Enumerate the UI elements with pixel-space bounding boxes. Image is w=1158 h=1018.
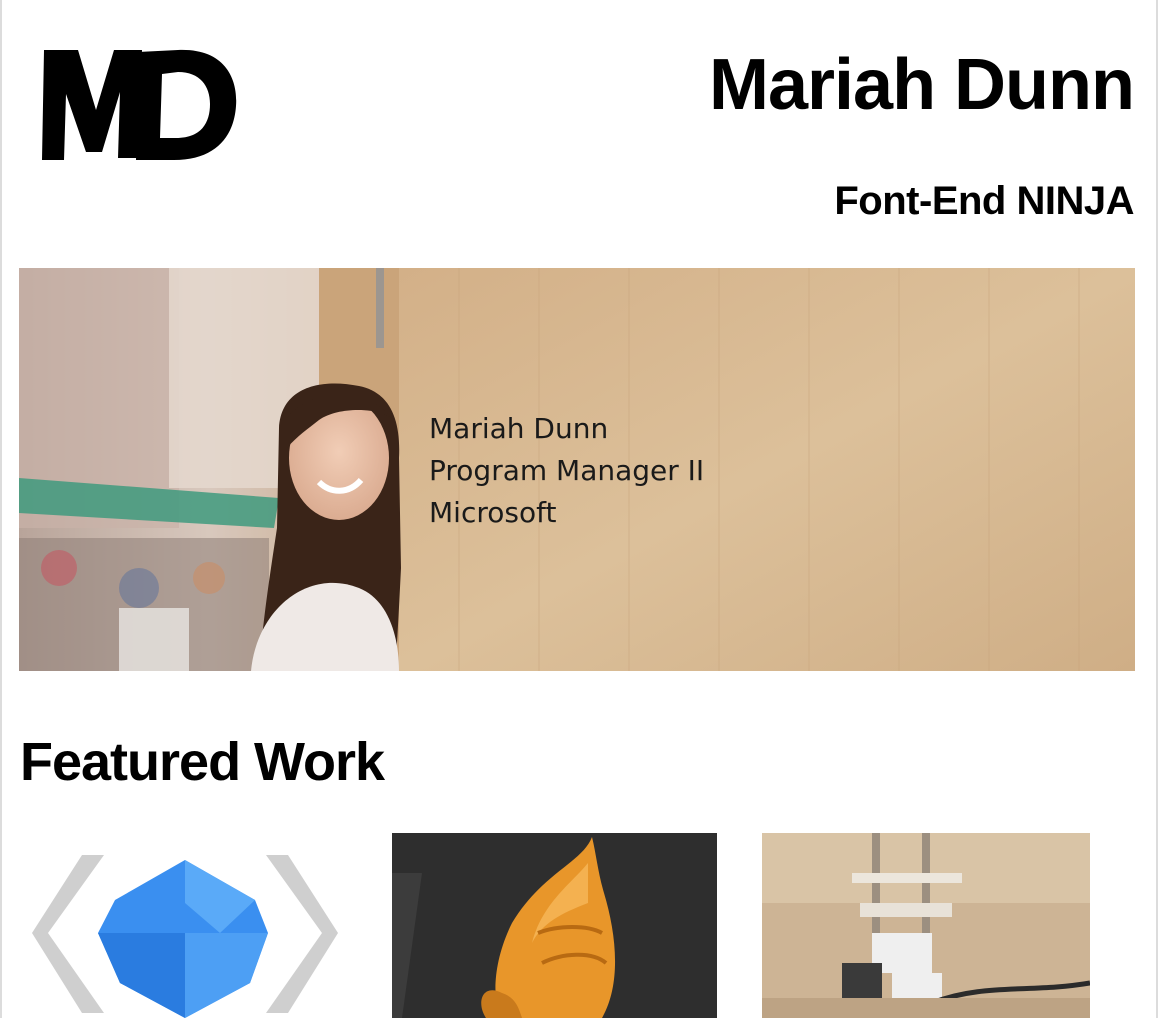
hero-banner: Mariah Dunn Program Manager II Microsoft <box>19 268 1135 671</box>
md-logo[interactable] <box>38 40 238 166</box>
site-title: Mariah Dunn <box>708 45 1135 125</box>
md-logo-mark <box>42 49 237 160</box>
machine-rig-photo <box>762 833 1090 1018</box>
banner-line-company: Microsoft <box>429 496 557 529</box>
banner-line-role: Program Manager II <box>429 454 705 487</box>
code-brackets-cube-icon <box>20 833 350 1018</box>
banner-caption: Mariah Dunn Program Manager II Microsoft <box>429 408 704 534</box>
featured-item-code-cube[interactable] <box>20 833 350 1018</box>
featured-work-heading: Featured Work <box>20 732 385 792</box>
banner-line-name: Mariah Dunn <box>429 412 609 445</box>
site-tagline: Font-End NINJA <box>834 179 1134 223</box>
hermit-crab-shell-render <box>392 833 717 1018</box>
featured-item-machine[interactable] <box>762 833 1090 1018</box>
page-border-left <box>0 0 2 1018</box>
featured-item-shell[interactable] <box>392 833 717 1018</box>
